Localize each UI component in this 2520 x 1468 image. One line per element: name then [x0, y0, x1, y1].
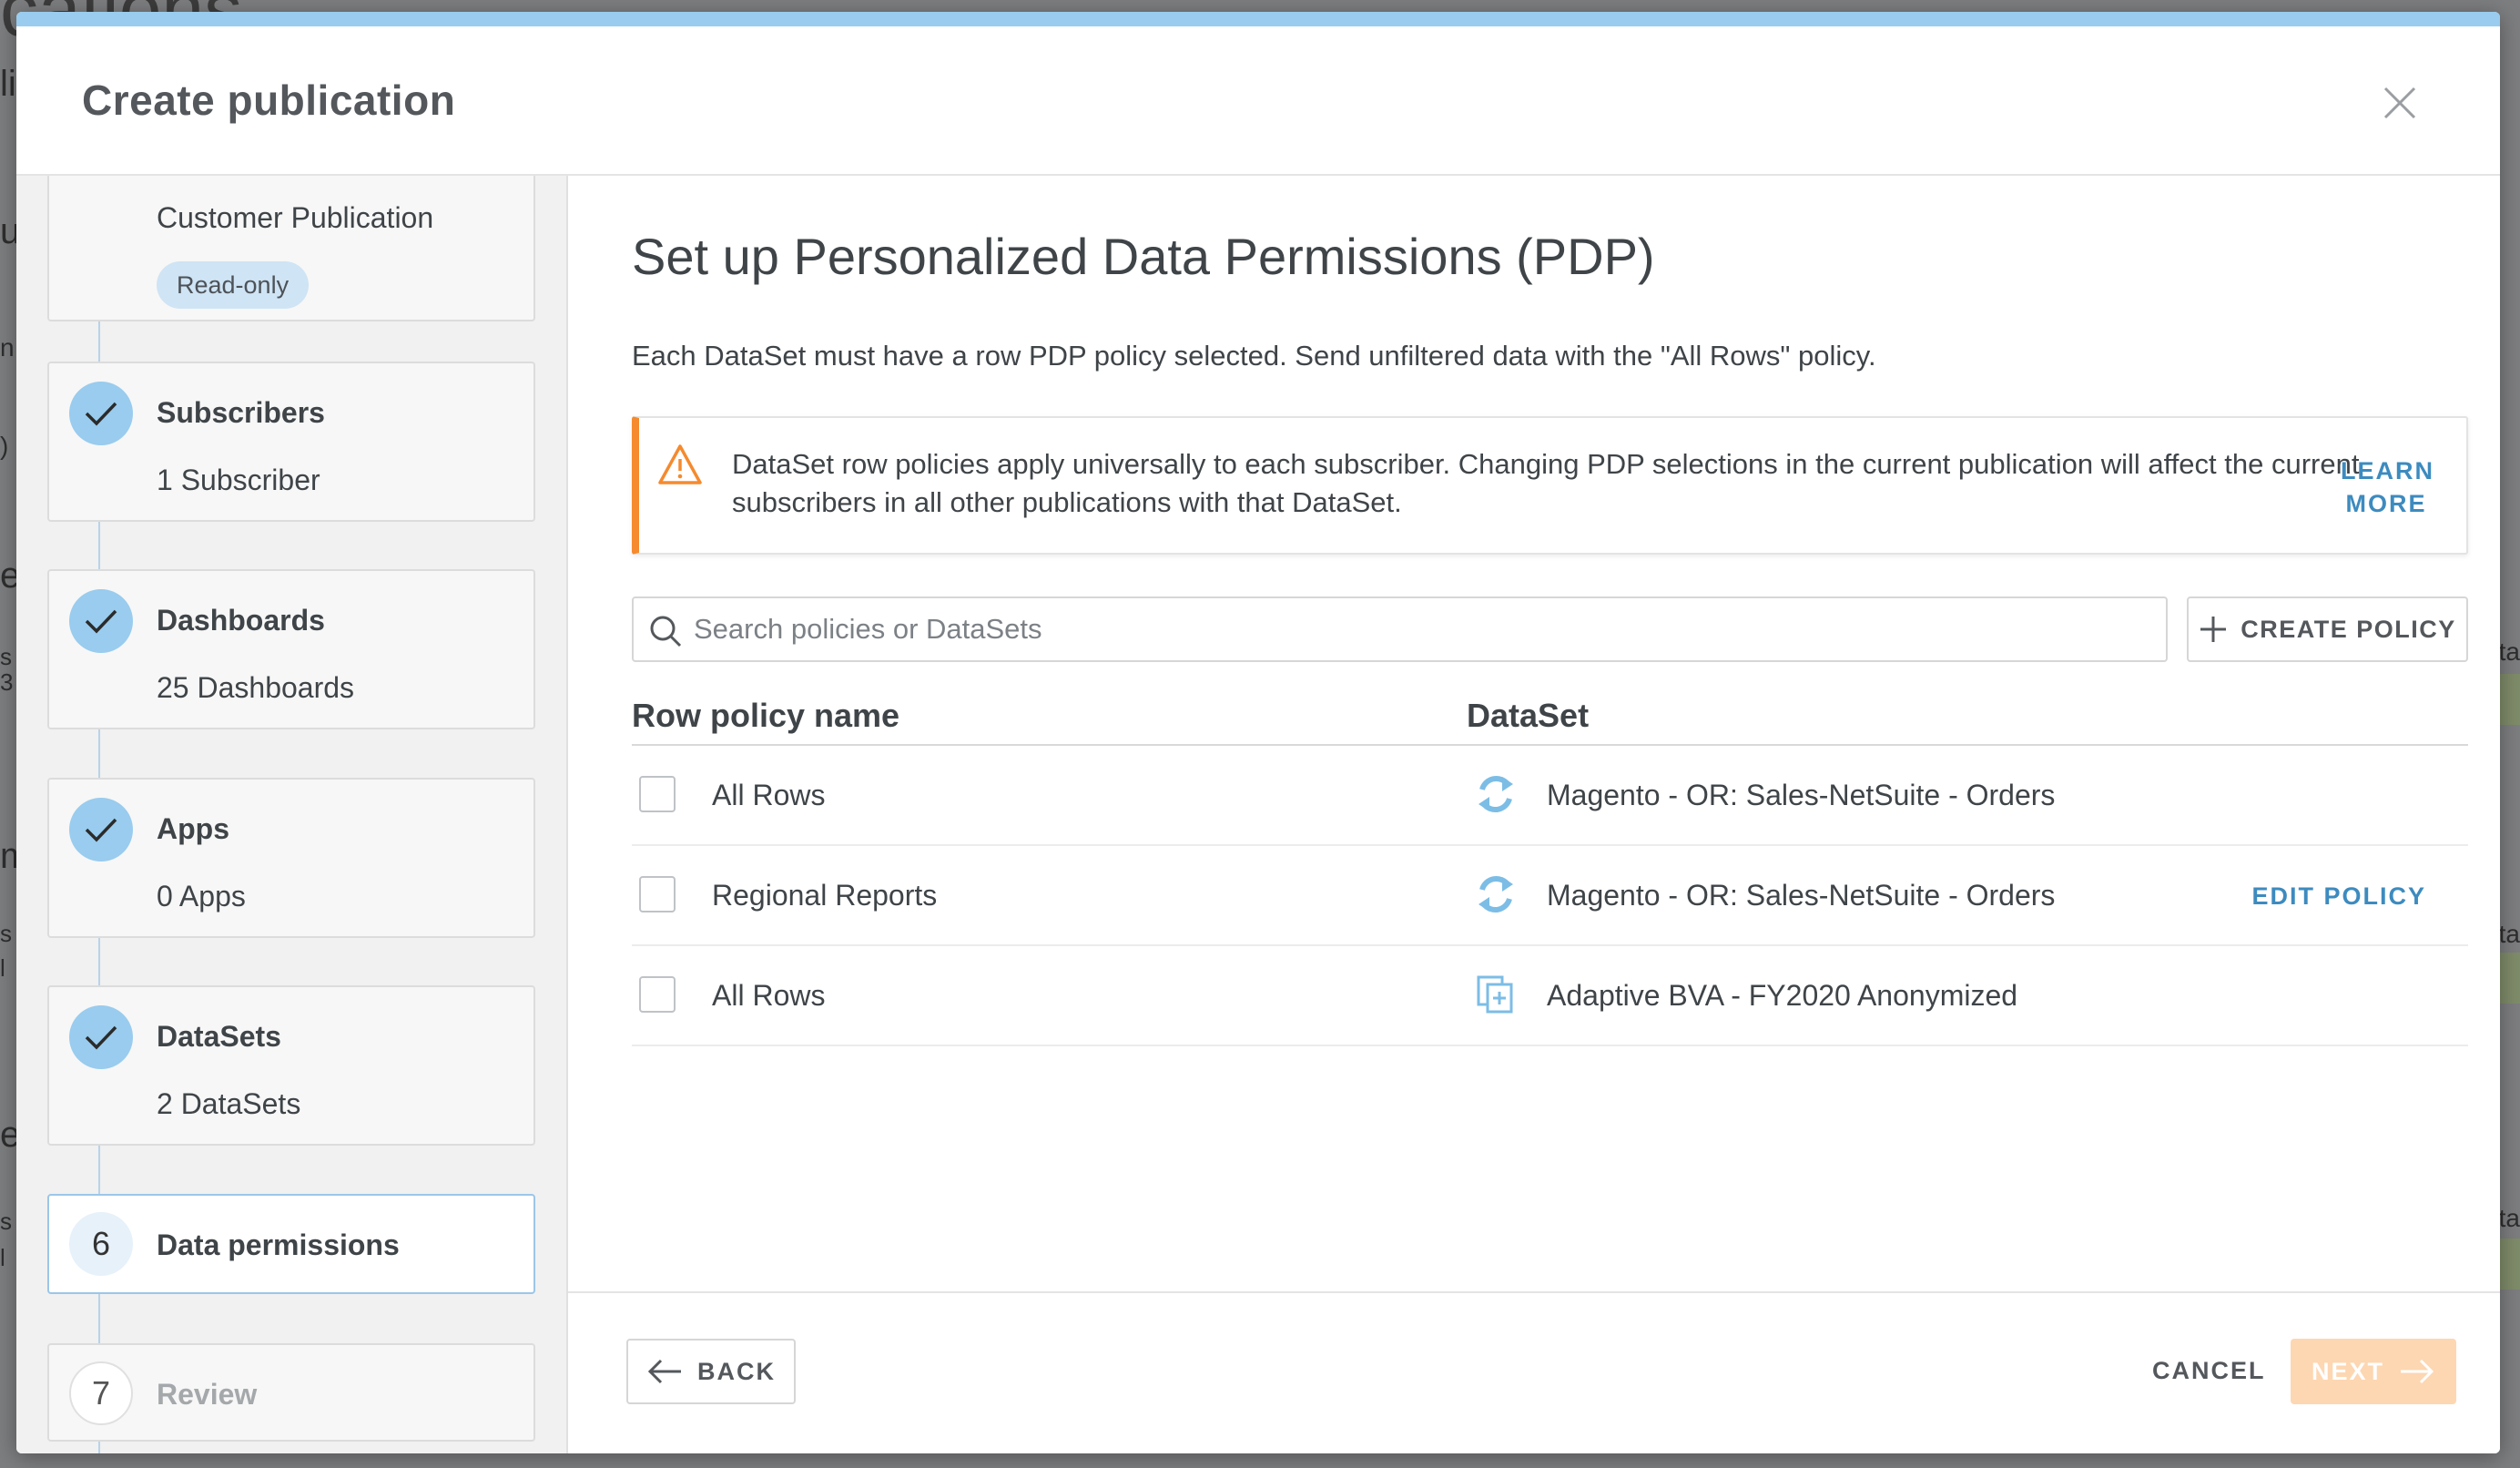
step-title: Apps [157, 812, 229, 845]
close-button[interactable] [2380, 83, 2420, 123]
step-complete-circle [69, 1005, 133, 1069]
dataset-name[interactable]: Adaptive BVA - FY2020 Anonymized [1547, 979, 2017, 1013]
step-dashboards[interactable]: Dashboards 25 Dashboards [47, 569, 535, 729]
modal-header: Create publication [16, 26, 2500, 176]
modal-footer: BACK CANCEL NEXT [568, 1291, 2500, 1453]
checkmark-icon [85, 402, 117, 426]
arrow-left-icon [647, 1359, 681, 1384]
checkmark-icon [85, 609, 117, 634]
checkmark-icon [85, 818, 117, 842]
modal-accent-bar [16, 12, 2500, 26]
cancel-button[interactable]: CANCEL [2152, 1357, 2266, 1385]
modal-title: Create publication [82, 76, 456, 124]
table-row: All Rows Adaptive BVA - FY2020 Anonymize… [632, 946, 2468, 1046]
policy-name: All Rows [712, 779, 826, 811]
plus-icon [2200, 617, 2227, 642]
learn-more-line: MORE [2345, 490, 2427, 517]
learn-more-line: LEARN [2341, 457, 2434, 484]
step-number-circle: 7 [69, 1361, 133, 1425]
step-datasets[interactable]: DataSets 2 DataSets [47, 985, 535, 1146]
sync-dataset-icon [1478, 876, 1513, 912]
background-fragment: s [0, 920, 12, 947]
edit-policy-link[interactable]: EDIT POLICY [2251, 882, 2426, 911]
step-title: Dashboards [157, 604, 325, 637]
dataset-name[interactable]: Magento - OR: Sales-NetSuite - Orders [1547, 779, 2055, 812]
step-complete-circle [69, 589, 133, 653]
next-button[interactable]: NEXT [2291, 1339, 2456, 1404]
background-fragment: ta [2498, 1204, 2520, 1232]
create-policy-label: CREATE POLICY [2241, 615, 2456, 643]
row-checkbox[interactable] [639, 976, 676, 1013]
search-input[interactable] [694, 606, 2150, 653]
background-fragment: l [0, 1244, 5, 1271]
step-review[interactable]: 7 Review [47, 1343, 535, 1442]
step-publication-details[interactable]: Customer Publication Read-only [47, 176, 535, 321]
search-box [632, 596, 2168, 662]
background-fragment: ) [0, 432, 9, 460]
arrow-right-icon [2401, 1359, 2434, 1384]
row-checkbox[interactable] [639, 876, 676, 912]
read-only-badge: Read-only [157, 261, 310, 309]
background-fragment: s [0, 1208, 12, 1235]
background-fragment: l [0, 954, 5, 982]
close-icon [2383, 87, 2416, 119]
create-policy-button[interactable]: CREATE POLICY [2187, 596, 2468, 662]
step-title: DataSets [157, 1020, 281, 1053]
page-title: Set up Personalized Data Permissions (PD… [632, 228, 1655, 285]
step-title: Subscribers [157, 396, 325, 429]
table-header: Row policy name DataSet [632, 697, 2468, 746]
back-label: BACK [697, 1357, 776, 1385]
row-checkbox[interactable] [639, 776, 676, 812]
step-subtitle: Customer Publication [157, 201, 434, 234]
page-description: Each DataSet must have a row PDP policy … [632, 340, 1876, 372]
warning-icon [658, 444, 702, 484]
background-fragment: 3 [0, 668, 14, 696]
step-number-circle: 6 [69, 1212, 133, 1276]
dataset-name[interactable]: Magento - OR: Sales-NetSuite - Orders [1547, 879, 2055, 912]
sync-dataset-icon [1478, 776, 1513, 812]
back-button[interactable]: BACK [626, 1339, 796, 1404]
step-subtitle: 0 Apps [157, 880, 246, 912]
step-subscribers[interactable]: Subscribers 1 Subscriber [47, 362, 535, 522]
alert-message: DataSet row policies apply universally t… [732, 448, 2360, 518]
background-fragment: s [0, 643, 12, 670]
step-subtitle: 2 DataSets [157, 1087, 301, 1120]
step-subtitle: 1 Subscriber [157, 464, 320, 496]
background-fragment: n [0, 333, 15, 362]
column-header-dataset: DataSet [1467, 697, 1590, 734]
pdp-setup-panel: Set up Personalized Data Permissions (PD… [568, 176, 2500, 1291]
create-publication-modal: Create publication Customer Publication … [16, 12, 2500, 1453]
background-fragment: li [0, 64, 16, 104]
step-data-permissions[interactable]: 6 Data permissions [47, 1194, 535, 1294]
column-header-policy: Row policy name [632, 697, 900, 734]
search-icon [650, 616, 682, 647]
step-complete-circle [69, 798, 133, 861]
policy-table: Row policy name DataSet All Rows Magento… [632, 697, 2468, 1046]
learn-more-link[interactable]: LEARN MORE [2341, 454, 2434, 520]
background-fragment: ta [2498, 637, 2520, 666]
checkmark-icon [85, 1025, 117, 1050]
step-title: Data permissions [157, 1228, 400, 1261]
next-label: NEXT [2311, 1357, 2384, 1385]
policy-name: Regional Reports [712, 879, 938, 912]
table-row: All Rows Magento - OR: Sales-NetSuite - … [632, 746, 2468, 846]
table-row: Regional Reports Magento - OR: Sales-Net… [632, 846, 2468, 946]
step-title: Review [157, 1378, 258, 1411]
step-apps[interactable]: Apps 0 Apps [47, 778, 535, 938]
step-complete-circle [69, 382, 133, 445]
copy-dataset-icon [1477, 975, 1513, 1014]
warning-alert: DataSet row policies apply universally t… [632, 416, 2468, 555]
wizard-stepper: Customer Publication Read-only Subscribe… [16, 176, 568, 1453]
step-subtitle: 25 Dashboards [157, 671, 355, 704]
background-fragment: ta [2498, 920, 2520, 948]
policy-name: All Rows [712, 979, 826, 1012]
